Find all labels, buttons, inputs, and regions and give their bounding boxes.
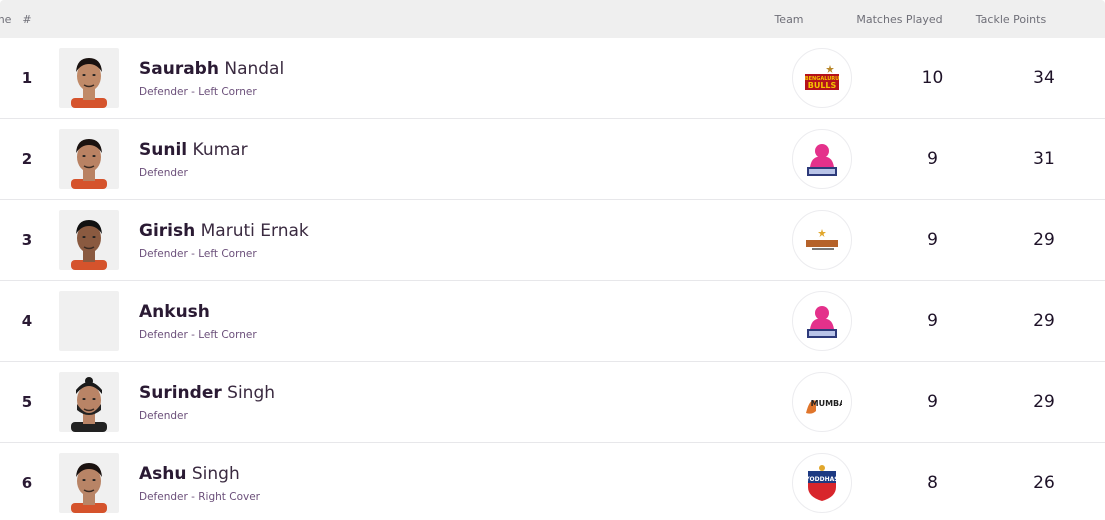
header-team: Team [774,12,804,26]
header-tackle-points[interactable]: Tackle Points [950,13,1072,26]
table-row[interactable]: 6 Ashu Singh Defender - Right Cover YODD… [0,443,1105,520]
player-name[interactable]: Surinder Singh [139,382,762,404]
tackle-points: 31 [1033,149,1055,169]
gujarat-giants-logo[interactable] [792,210,852,270]
player-last-name: Singh [191,464,240,484]
player-position: Defender - Right Cover [139,491,260,503]
player-photo[interactable] [59,453,119,513]
player-photo[interactable] [59,372,119,432]
player-position: Defender [139,167,188,179]
tackle-points: 26 [1033,473,1055,493]
person-silhouette-icon [71,139,107,189]
rank: 3 [21,231,33,249]
tackle-points: 29 [1033,392,1055,412]
svg-text:BULLS: BULLS [808,81,837,90]
player-last-name: Maruti Ernak [200,221,309,241]
svg-text:YODDHAS: YODDHAS [804,476,838,483]
up-yoddhas-logo[interactable]: YODDHAS [792,453,852,513]
matches-played: 8 [927,473,938,493]
player-name[interactable]: Ashu Singh [139,463,762,485]
rank: 5 [21,393,33,411]
player-first-name: Saurabh [139,59,219,79]
jaipur-pink-panthers-icon [807,306,837,338]
player-last-name: Kumar [192,140,248,160]
table-row[interactable]: 2 Sunil Kumar Defender 9 31 [0,119,1105,200]
up-yoddhas-icon: YODDHAS [804,465,839,501]
player-last-name: Nandal [224,59,285,79]
table-body: 1 Saurabh Nandal Defender - Left Corner … [0,38,1105,520]
player-name[interactable]: Ankush [139,301,762,323]
rank: 1 [21,69,33,87]
table-header: # Name Team Matches Played Tackle Points [0,0,1105,38]
player-position: Defender - Left Corner [139,86,257,98]
matches-played: 9 [927,149,938,169]
bengaluru-bulls-logo[interactable]: BENGALURU BULLS [792,48,852,108]
tackle-points: 34 [1033,68,1055,88]
bengaluru-bulls-icon: BENGALURU BULLS [805,65,839,90]
matches-played: 9 [927,230,938,250]
tackle-points-leaderboard: # Name Team Matches Played Tackle Points… [0,0,1105,520]
table-row[interactable]: 3 Girish Maruti Ernak Defender - Left Co… [0,200,1105,281]
player-name[interactable]: Girish Maruti Ernak [139,220,762,242]
u-mumba-logo[interactable]: MUMBA [792,372,852,432]
player-name[interactable]: Saurabh Nandal [139,58,762,80]
player-position: Defender - Left Corner [139,329,257,341]
matches-played: 10 [921,68,944,88]
player-position: Defender [139,410,188,422]
tackle-points: 29 [1033,230,1055,250]
person-silhouette-icon [71,377,107,432]
player-photo[interactable] [59,210,119,270]
jaipur-pink-panthers-logo[interactable] [792,291,852,351]
player-first-name: Ashu [139,464,187,484]
jaipur-pink-panthers-icon [807,144,837,176]
gujarat-giants-icon [806,229,838,250]
player-first-name: Girish [139,221,196,241]
person-silhouette-icon [71,463,107,513]
table-row[interactable]: 5 Surinder Singh Defender MUMBA 9 29 [0,362,1105,443]
jaipur-pink-panthers-logo[interactable] [792,129,852,189]
tackle-points: 29 [1033,311,1055,331]
player-photo[interactable] [59,48,119,108]
person-silhouette-icon [71,58,107,108]
svg-text:MUMBA: MUMBA [811,399,842,408]
header-name: Name [0,12,12,26]
matches-played: 9 [927,392,938,412]
player-first-name: Surinder [139,383,222,403]
rank: 4 [21,312,33,330]
rank: 6 [21,474,33,492]
table-row[interactable]: 1 Saurabh Nandal Defender - Left Corner … [0,38,1105,119]
u-mumba-icon: MUMBA [806,399,842,414]
rank: 2 [21,150,33,168]
person-silhouette-icon [71,220,107,270]
header-matches-played[interactable]: Matches Played [849,13,950,26]
player-first-name: Ankush [139,302,210,322]
player-name[interactable]: Sunil Kumar [139,139,762,161]
table-row[interactable]: 4 Ankush Defender - Left Corner 9 29 [0,281,1105,362]
matches-played: 9 [927,311,938,331]
player-first-name: Sunil [139,140,188,160]
player-photo[interactable] [59,291,119,351]
player-photo[interactable] [59,129,119,189]
player-position: Defender - Left Corner [139,248,257,260]
player-last-name: Singh [227,383,276,403]
